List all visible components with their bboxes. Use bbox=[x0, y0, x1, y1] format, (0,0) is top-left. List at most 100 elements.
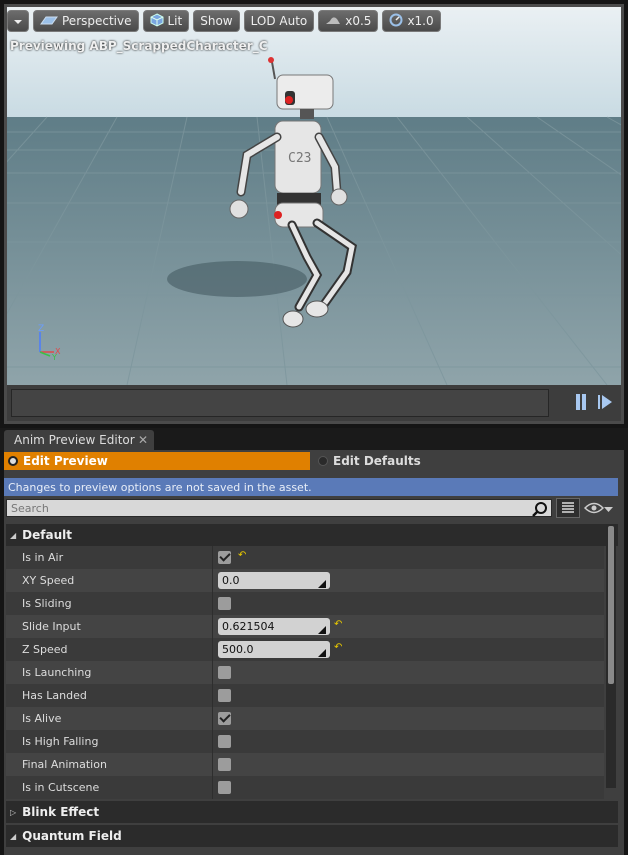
playback-speed-button[interactable]: x1.0 bbox=[382, 10, 441, 32]
edit-defaults-toggle[interactable]: Edit Defaults bbox=[316, 452, 618, 470]
viewport-toolbar: Perspective Lit Show LOD Auto x0.5 x1.0 bbox=[7, 8, 441, 34]
details-view: ◢ Default Is in Air ↶ XY Speed 0.0 Is Slidin… bbox=[6, 524, 618, 852]
numeric-field[interactable]: 500.0 bbox=[218, 641, 330, 658]
timeline-scrubber[interactable] bbox=[11, 389, 549, 417]
property-value bbox=[218, 756, 231, 773]
column-divider[interactable] bbox=[212, 707, 213, 730]
drag-handle-icon[interactable] bbox=[318, 645, 326, 657]
edit-preview-toggle[interactable]: Edit Preview bbox=[4, 452, 310, 470]
viewport-panel[interactable]: C23 Perspective Lit Show LOD Auto x0.5 x… bbox=[4, 4, 624, 424]
search-input[interactable]: Search bbox=[6, 499, 552, 517]
pause-icon bbox=[575, 393, 587, 414]
pause-button[interactable] bbox=[571, 392, 591, 414]
checkbox[interactable] bbox=[218, 758, 231, 771]
property-name: Is High Falling bbox=[22, 735, 99, 748]
property-row: Is in Cutscene bbox=[6, 776, 604, 799]
property-name: Slide Input bbox=[22, 620, 81, 633]
animation-timeline bbox=[7, 385, 621, 421]
column-divider[interactable] bbox=[212, 569, 213, 592]
perspective-button[interactable]: Perspective bbox=[33, 10, 139, 32]
step-forward-icon bbox=[597, 394, 613, 413]
preview-status-text: Previewing ABP_ScrappedCharacter_C bbox=[10, 39, 268, 53]
numeric-value: 500.0 bbox=[222, 643, 254, 656]
show-button[interactable]: Show bbox=[193, 10, 240, 32]
drag-handle-icon[interactable] bbox=[318, 576, 326, 588]
camera-icon bbox=[40, 14, 58, 29]
property-row: Is Alive bbox=[6, 707, 604, 730]
numeric-field[interactable]: 0.0 bbox=[218, 572, 330, 589]
property-name: Is Sliding bbox=[22, 597, 72, 610]
visibility-filter-button[interactable] bbox=[583, 500, 618, 518]
column-divider[interactable] bbox=[212, 753, 213, 776]
checkbox[interactable] bbox=[218, 597, 231, 610]
property-row: Is Launching bbox=[6, 661, 604, 684]
column-divider[interactable] bbox=[212, 776, 213, 799]
slow-motion-button[interactable]: x0.5 bbox=[318, 10, 379, 32]
checkbox[interactable] bbox=[218, 735, 231, 748]
column-divider[interactable] bbox=[212, 615, 213, 638]
show-label: Show bbox=[200, 14, 233, 28]
perspective-label: Perspective bbox=[62, 14, 132, 28]
category-default-header[interactable]: ◢ Default bbox=[6, 524, 618, 546]
checkbox[interactable] bbox=[218, 781, 231, 794]
category-quantum-field-header[interactable]: ◢ Quantum Field bbox=[6, 825, 618, 847]
column-divider[interactable] bbox=[212, 592, 213, 615]
property-name: Final Animation bbox=[22, 758, 107, 771]
svg-text:C23: C23 bbox=[288, 151, 311, 166]
property-name: Is in Cutscene bbox=[22, 781, 100, 794]
close-icon[interactable]: ✕ bbox=[138, 433, 148, 447]
property-row: XY Speed 0.0 bbox=[6, 569, 604, 592]
checkbox[interactable] bbox=[218, 551, 231, 564]
search-row: Search bbox=[4, 498, 624, 520]
scrollbar-thumb[interactable] bbox=[608, 526, 614, 684]
property-value: ↶ bbox=[218, 549, 246, 566]
category-label: Default bbox=[22, 528, 72, 542]
column-divider[interactable] bbox=[212, 638, 213, 661]
column-divider[interactable] bbox=[212, 684, 213, 707]
numeric-field[interactable]: 0.621504 bbox=[218, 618, 330, 635]
radio-unselected-icon bbox=[318, 456, 328, 466]
checkbox[interactable] bbox=[218, 712, 231, 725]
scrollbar[interactable] bbox=[606, 524, 616, 788]
tab-label: Anim Preview Editor bbox=[14, 433, 135, 447]
snail-icon bbox=[325, 14, 341, 28]
step-forward-button[interactable] bbox=[595, 392, 615, 414]
reset-to-default-icon[interactable]: ↶ bbox=[334, 642, 342, 653]
lit-button[interactable]: Lit bbox=[142, 10, 190, 32]
checkbox[interactable] bbox=[218, 689, 231, 702]
category-blink-effect-header[interactable]: ▷ Blink Effect bbox=[6, 801, 618, 823]
column-divider[interactable] bbox=[212, 730, 213, 753]
tab-anim-preview-editor[interactable]: Anim Preview Editor ✕ bbox=[4, 430, 154, 450]
tab-strip: Anim Preview Editor ✕ bbox=[0, 428, 628, 450]
property-name: Is Alive bbox=[22, 712, 62, 725]
property-value bbox=[218, 664, 231, 681]
speed-icon bbox=[389, 13, 403, 30]
viewport-options-button[interactable] bbox=[7, 10, 29, 32]
property-row: Is High Falling bbox=[6, 730, 604, 753]
edit-preview-label: Edit Preview bbox=[23, 454, 108, 468]
info-banner: Changes to preview options are not saved… bbox=[4, 478, 618, 496]
checkbox[interactable] bbox=[218, 666, 231, 679]
property-row: Final Animation bbox=[6, 753, 604, 776]
view-options-button[interactable] bbox=[556, 498, 580, 518]
reset-to-default-icon[interactable]: ↶ bbox=[238, 550, 246, 561]
svg-text:Y: Y bbox=[51, 353, 57, 362]
chevron-down-icon bbox=[604, 503, 613, 516]
expanded-arrow-icon: ◢ bbox=[10, 530, 17, 540]
drag-handle-icon[interactable] bbox=[318, 622, 326, 634]
category-label: Quantum Field bbox=[22, 829, 122, 843]
search-icon bbox=[532, 501, 548, 520]
column-divider[interactable] bbox=[212, 661, 213, 684]
category-label: Blink Effect bbox=[22, 805, 100, 819]
column-divider[interactable] bbox=[212, 546, 213, 569]
lod-button[interactable]: LOD Auto bbox=[243, 10, 315, 32]
property-row: Z Speed 500.0 ↶ bbox=[6, 638, 604, 661]
lit-label: Lit bbox=[167, 14, 183, 28]
edit-defaults-label: Edit Defaults bbox=[333, 454, 421, 468]
cube-icon bbox=[150, 12, 164, 30]
viewport-scene[interactable]: C23 bbox=[7, 7, 621, 385]
reset-to-default-icon[interactable]: ↶ bbox=[334, 619, 342, 630]
property-value: 0.621504 ↶ bbox=[218, 618, 342, 635]
property-name: Is Launching bbox=[22, 666, 92, 679]
anim-preview-editor-panel: Edit Preview Edit Defaults Changes to pr… bbox=[4, 450, 624, 855]
